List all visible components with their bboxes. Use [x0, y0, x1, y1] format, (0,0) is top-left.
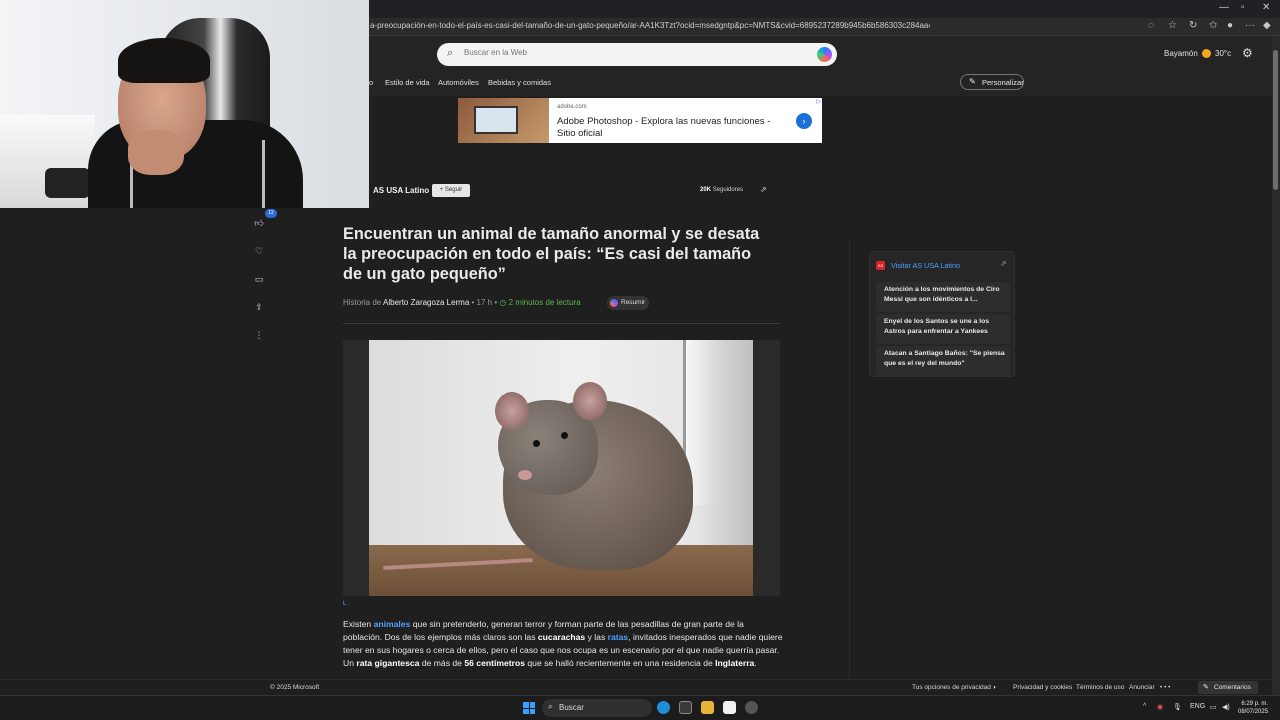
link-ratas[interactable]: ratas [608, 632, 629, 642]
publisher-panel: AS Visitar AS USA Latino ⇗ Atención a lo… [869, 251, 1015, 377]
article-photo[interactable] [343, 340, 780, 596]
refresh-icon[interactable]: ↻ [1189, 20, 1197, 31]
folder-icon[interactable] [701, 701, 714, 714]
windows-taskbar: ⌕ Buscar ^ ◉ ENG 🎙︎ ▭ ◀) 6:29 p. m. 08/0… [0, 695, 1280, 720]
external-link-icon[interactable]: ⇗ [1000, 259, 1007, 268]
terms-link[interactable]: Términos de uso [1076, 684, 1124, 691]
related-story[interactable]: Atacan a Santiago Baños: "Se piensa que … [876, 346, 1010, 376]
article-paragraph: Existen animales que sin pretenderlo, ge… [343, 619, 783, 669]
nav-item-partial[interactable]: o [369, 78, 373, 87]
privacy-choices-link[interactable]: Tus opciones de privacidad [912, 684, 991, 691]
magnifier-icon: ⌕ [548, 702, 553, 711]
copilot-icon[interactable] [817, 47, 832, 62]
follow-button[interactable]: + Seguir [432, 184, 470, 197]
related-story[interactable]: Enyel de los Santos se une a los Astros … [876, 314, 1010, 344]
privacy-cookies-link[interactable]: Privacidad y cookies [1013, 684, 1072, 691]
comments-button[interactable]: ✎ Comentarios [1198, 681, 1258, 694]
webcam-overlay [0, 0, 369, 208]
ad-title[interactable]: Adobe Photoshop - Explora las nuevas fun… [557, 116, 789, 140]
network-icon[interactable]: ▭ [1210, 703, 1217, 711]
clock-icon: ◷ [499, 298, 507, 307]
like-icon[interactable]: 👍︎ [252, 216, 266, 230]
profile-icon[interactable]: ● [1227, 20, 1233, 31]
comment-icon: ✎ [1203, 684, 1209, 691]
read-time: 2 minutos de lectura [508, 298, 581, 307]
windows-icon[interactable] [523, 702, 535, 714]
edge-icon[interactable] [657, 701, 670, 714]
column-divider [849, 240, 850, 690]
related-story[interactable]: Atención a los movimientos de Ciro Messi… [876, 282, 1010, 312]
web-search-input[interactable] [464, 48, 804, 57]
minimize-icon[interactable]: — [1219, 2, 1229, 13]
photo-caption-mark: L . [343, 601, 350, 607]
address-url[interactable]: a-preocupación-en-todo-el-país-es-casi-d… [370, 21, 930, 30]
ad-source: adobe.com [557, 104, 587, 110]
nav-item-food[interactable]: Bebidas y comidas [488, 78, 551, 87]
personalize-icon: ✎ [969, 77, 976, 86]
more-icon[interactable]: ⋮ [252, 328, 266, 342]
copilot-icon [610, 299, 618, 307]
settings-app-icon[interactable] [745, 701, 758, 714]
dislike-icon[interactable]: ♡ [252, 244, 266, 258]
footer-more-button[interactable]: • • • [1160, 684, 1170, 691]
ad-choices-icon[interactable]: ▷ [816, 98, 821, 105]
copyright: © 2025 Microsoft [270, 684, 320, 691]
store-icon[interactable] [679, 701, 692, 714]
weather-location[interactable]: Bayamón [1164, 49, 1198, 58]
link-animales[interactable]: animales [374, 619, 411, 629]
external-link-icon[interactable]: ⇗ [760, 185, 767, 194]
author-link[interactable]: Alberto Zaragoza Lerma [383, 298, 469, 307]
magnifier-icon: ⌕ [447, 47, 454, 59]
personalize-button[interactable]: ✎ Personalizar [960, 74, 1024, 90]
taskbar-search[interactable]: ⌕ Buscar [542, 699, 652, 717]
copilot-sidebar-icon[interactable]: ◆ [1263, 20, 1271, 31]
comment-icon[interactable]: ▭ [252, 272, 266, 286]
visit-publisher-link[interactable]: Visitar AS USA Latino [891, 261, 960, 270]
followers-count: 20K Seguidores [700, 187, 744, 193]
share-icon[interactable]: ⇪ [252, 300, 266, 314]
page-footer: © 2025 Microsoft Tus opciones de privaci… [0, 679, 1272, 695]
app-icon[interactable] [723, 701, 736, 714]
mic-icon[interactable]: 🎙︎ [1173, 703, 1182, 711]
system-clock[interactable]: 6:29 p. m. 08/07/2025 [1238, 700, 1268, 716]
tray-chevron-icon[interactable]: ^ [1143, 703, 1146, 710]
language-indicator[interactable]: ENG [1190, 703, 1205, 710]
ad-banner[interactable]: adobe.com Adobe Photoshop - Explora las … [458, 98, 822, 143]
weather-temperature[interactable]: 30°c [1215, 49, 1231, 58]
publisher-name[interactable]: AS USA Latino [373, 186, 429, 195]
nav-item-autos[interactable]: Automóviles [438, 78, 479, 87]
privacy-toggle-icon[interactable]: ◑ [992, 684, 996, 691]
article-byline: Historia de Alberto Zaragoza Lerma • 17 … [343, 298, 581, 307]
chevron-right-icon[interactable]: › [796, 113, 812, 129]
volume-icon[interactable]: ◀) [1222, 703, 1230, 711]
weather-sun-icon[interactable] [1202, 49, 1211, 58]
ad-image [458, 98, 549, 143]
nav-item-lifestyle[interactable]: Estilo de vida [385, 78, 430, 87]
favorite-star-icon[interactable]: ☆ [1168, 20, 1177, 31]
personalize-label: Personalizar [982, 78, 1024, 87]
like-count-badge: 12 [265, 209, 277, 218]
article-title: Encuentran un animal de tamaño anormal y… [343, 225, 760, 283]
web-search-box[interactable]: ⌕ [437, 43, 837, 66]
summarize-button[interactable]: Resumir [607, 296, 649, 310]
reader-icon[interactable]: ◌ [1148, 20, 1154, 31]
scrollbar-thumb[interactable] [1273, 50, 1278, 190]
more-menu-icon[interactable]: ··· [1245, 20, 1255, 31]
tray-app-icon[interactable]: ◉ [1157, 703, 1163, 711]
advertise-link[interactable]: Anunciar [1129, 684, 1155, 691]
publisher-row: AS USA Latino + Seguir 20K Seguidores ⇗ [340, 180, 780, 202]
gear-icon[interactable]: ⚙ [1242, 46, 1253, 60]
maximize-icon[interactable]: ▫ [1241, 2, 1245, 13]
close-icon[interactable]: ✕ [1262, 2, 1270, 13]
publisher-logo: AS [876, 261, 885, 270]
favorites-icon[interactable]: ✩ [1209, 20, 1217, 31]
divider [343, 323, 780, 324]
